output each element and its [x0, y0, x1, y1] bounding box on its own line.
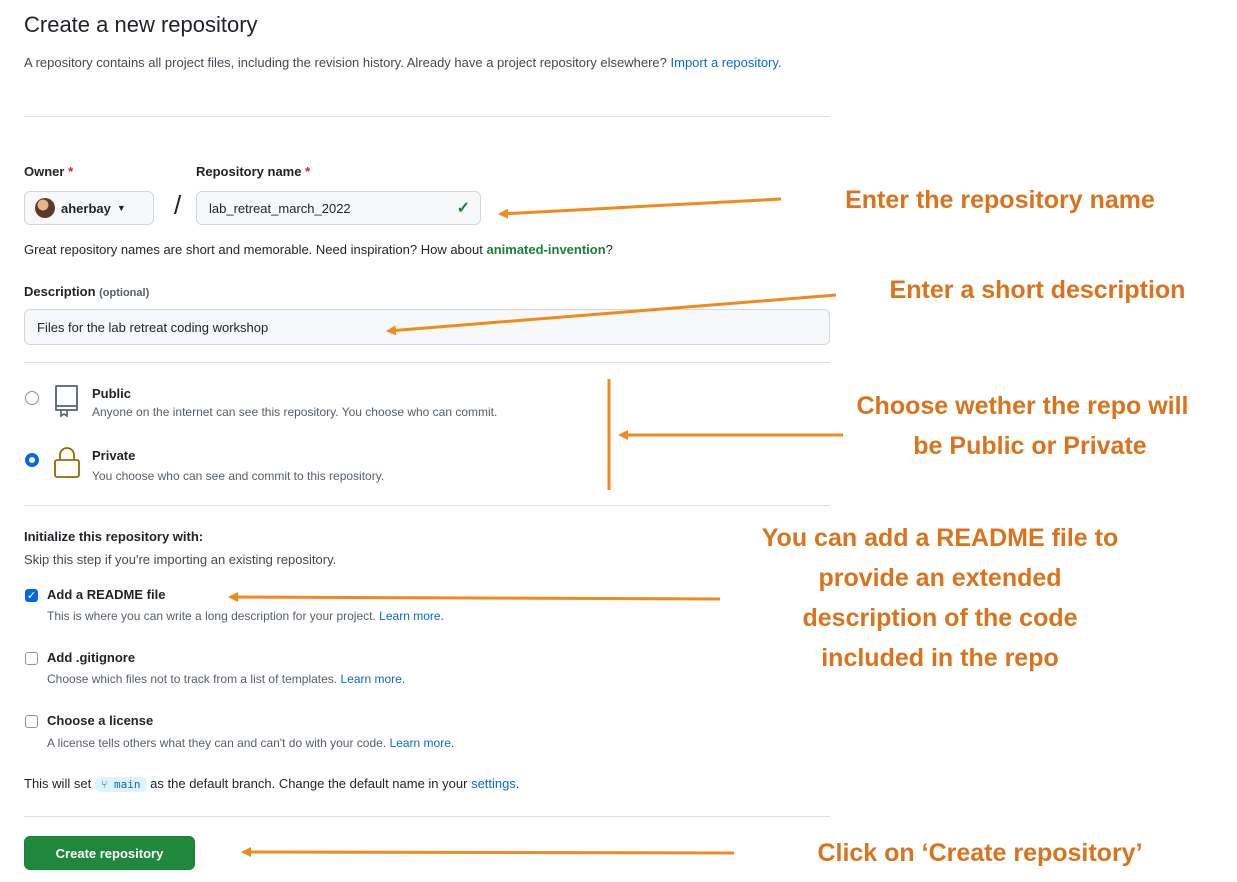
arrow-name: [498, 197, 782, 219]
annotation-create: Click on ‘Create repository’: [817, 839, 1143, 867]
annotation-readme-2: provide an extended: [818, 564, 1062, 592]
annotation-description: Enter a short description: [889, 276, 1186, 304]
annotation-readme-4: included in the repo: [821, 644, 1059, 672]
annotation-readme-1: You can add a README file to: [761, 524, 1119, 552]
annotation-readme-3: description of the code: [802, 604, 1078, 632]
arrow-description: [386, 293, 837, 336]
arrow-readme: [228, 592, 721, 603]
annotation-visibility-2: be Public or Private: [913, 432, 1147, 460]
annotation-name: Enter the repository name: [845, 186, 1155, 214]
annotation-visibility-1: Choose wether the repo will: [856, 392, 1189, 420]
arrow-create: [241, 847, 735, 858]
